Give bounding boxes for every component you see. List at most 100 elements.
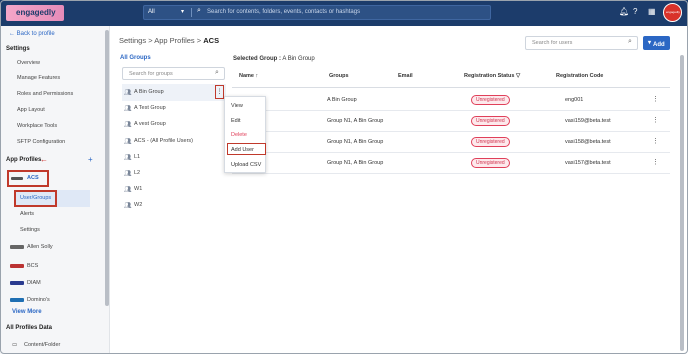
users-icon: 👥︎ [124,155,132,161]
column-header-registration-code[interactable]: Registration Code [556,73,603,79]
column-header-registration-status[interactable]: Registration Status ▽ [464,73,520,79]
bell-icon[interactable]: 🔔︎ [619,7,629,16]
table-row[interactable]: A Group N1, A Bin Group Unregistered vas… [232,110,670,132]
table-row[interactable]: A Group N1, A Bin Group Unregistered vas… [232,131,670,153]
row-kebab-icon[interactable]: ⋮ [652,158,659,166]
group-item[interactable]: 👥︎ A Test Group [122,100,226,117]
group-item[interactable]: 👥︎ L1 [122,149,226,166]
search-icon: ⌕ [197,7,201,14]
cell-code: eng001 [565,97,584,103]
all-groups-title[interactable]: All Groups [120,55,151,61]
search-icon: ⌕ [215,69,219,76]
global-search-input[interactable]: Search for contents, folders, events, co… [207,9,360,15]
table-row[interactable]: A A Bin Group Unregistered eng001 ⋮ [232,89,670,111]
column-header-email[interactable]: Email [398,73,413,79]
cell-code: vasi158@beta.test [565,139,611,145]
back-label: Back to profile [16,31,55,37]
cell-code: vasi159@beta.test [565,118,611,124]
group-item[interactable]: 👥︎ W1 [122,181,226,198]
cell-groups: Group N1, A Bin Group [327,118,384,124]
view-more-link[interactable]: View More [12,309,42,315]
sidebar-item-sftp-configuration[interactable]: SFTP Configuration [17,139,65,145]
sidebar-item-roles-permissions[interactable]: Roles and Permissions [17,91,73,97]
app-profiles-heading: App Profiles [6,157,42,163]
sidebar-item-diam[interactable]: DIAM [27,280,41,286]
sidebar-item-overview[interactable]: Overview [17,60,40,66]
menu-item-edit[interactable]: Edit [231,118,240,124]
folder-icon: ▭ [12,342,18,348]
group-item[interactable]: 👥︎ A Bin Group ⋮ [122,84,226,101]
users-icon: 👥︎ [124,90,132,96]
allen-solly-logo [10,245,24,249]
group-item[interactable]: 👥︎ A vest Group [122,116,226,133]
logo-text: engagedly [16,8,56,17]
add-button[interactable]: Add ▾ [643,36,670,50]
group-item[interactable]: 👥︎ ACS - (All Profile Users) [122,133,226,150]
group-label: L1 [134,154,141,160]
menu-item-add-user[interactable]: Add User [231,147,254,153]
selected-group-label: Selected Group : [233,56,282,62]
sidebar-item-acs[interactable]: ACS [27,175,39,181]
breadcrumb: Settings > App Profiles > ACS [119,36,220,45]
menu-item-delete[interactable]: Delete [231,132,247,138]
search-scope-select[interactable]: All [148,9,155,15]
annotation-arrow-icon: ← [40,155,48,164]
cell-groups: A Bin Group [327,97,357,103]
engagedly-logo[interactable]: engagedly [6,5,64,21]
chevron-down-icon[interactable]: ▾ [181,8,184,15]
users-icon: 👥︎ [124,139,132,145]
group-label: A vest Group [134,121,166,127]
cell-code: vasi157@beta.test [565,160,611,166]
column-header-groups[interactable]: Groups [329,73,349,79]
sidebar-item-allen-solly[interactable]: Allen Solly [27,244,53,250]
breadcrumb-current: ACS [203,36,220,45]
breadcrumb-app-profiles[interactable]: App Profiles [154,36,194,45]
sidebar-item-bcs[interactable]: BCS [27,263,38,269]
cell-groups: Group N1, A Bin Group [327,139,384,145]
column-header-name[interactable]: Name ↑ [239,73,258,79]
status-badge: Unregistered [471,158,510,168]
avatar-text: engagedly [666,10,680,14]
row-kebab-icon[interactable]: ⋮ [652,95,659,103]
help-icon[interactable]: ? [633,7,637,16]
breadcrumb-settings[interactable]: Settings [119,36,146,45]
sidebar-scrollbar[interactable] [105,30,109,306]
sidebar-item-alerts[interactable]: Alerts [20,211,34,217]
row-kebab-icon[interactable]: ⋮ [652,137,659,145]
sidebar-item-manage-features[interactable]: Manage Features [17,75,60,81]
add-profile-icon[interactable]: + [88,155,93,164]
all-profiles-data-heading: All Profiles Data [6,325,53,331]
sidebar-item-acs-settings[interactable]: Settings [20,227,40,233]
search-users-input[interactable]: Search for users ⌕ [525,36,638,50]
group-item[interactable]: 👥︎ W2 [122,197,226,214]
group-search-input[interactable]: Search for groups ⌕ [122,67,225,80]
group-label: W2 [134,202,143,208]
grid-apps-icon[interactable]: ▦ [648,7,656,16]
diam-logo [10,281,24,285]
search-users-placeholder: Search for users [532,40,573,46]
sidebar-item-app-layout[interactable]: App Layout [17,107,45,113]
menu-item-view[interactable]: View [231,103,243,109]
bcs-logo [10,264,24,268]
row-kebab-icon[interactable]: ⋮ [652,116,659,124]
status-badge: Unregistered [471,137,510,147]
group-search-placeholder: Search for groups [129,71,173,77]
sidebar-item-dominos[interactable]: Domino's [27,297,50,303]
users-icon: 👥︎ [124,187,132,193]
user-avatar[interactable]: engagedly [663,3,682,22]
filter-icon[interactable]: ▽ [516,73,520,79]
content-scrollbar[interactable] [680,55,684,351]
groups-panel: All Groups Search for groups ⌕ 👥︎ A Bin … [114,52,227,352]
search-divider [191,8,192,17]
sidebar-item-user-groups[interactable]: User/Groups [20,195,51,201]
sidebar-item-workplace-tools[interactable]: Workplace Tools [17,123,57,129]
menu-item-upload-csv[interactable]: Upload CSV [231,162,261,168]
group-item[interactable]: 👥︎ L2 [122,165,226,182]
settings-sidebar: ← Back to profile Settings Overview Mana… [0,26,110,354]
table-row[interactable]: A Group N1, A Bin Group Unregistered vas… [232,152,670,174]
sidebar-item-content-folder[interactable]: Content/Folder [24,342,60,348]
kebab-menu-icon[interactable]: ⋮ [215,85,224,99]
back-to-profile-link[interactable]: ← Back to profile [9,31,55,37]
global-search[interactable]: All ▾ ⌕ Search for contents, folders, ev… [143,5,491,20]
cell-groups: Group N1, A Bin Group [327,160,384,166]
